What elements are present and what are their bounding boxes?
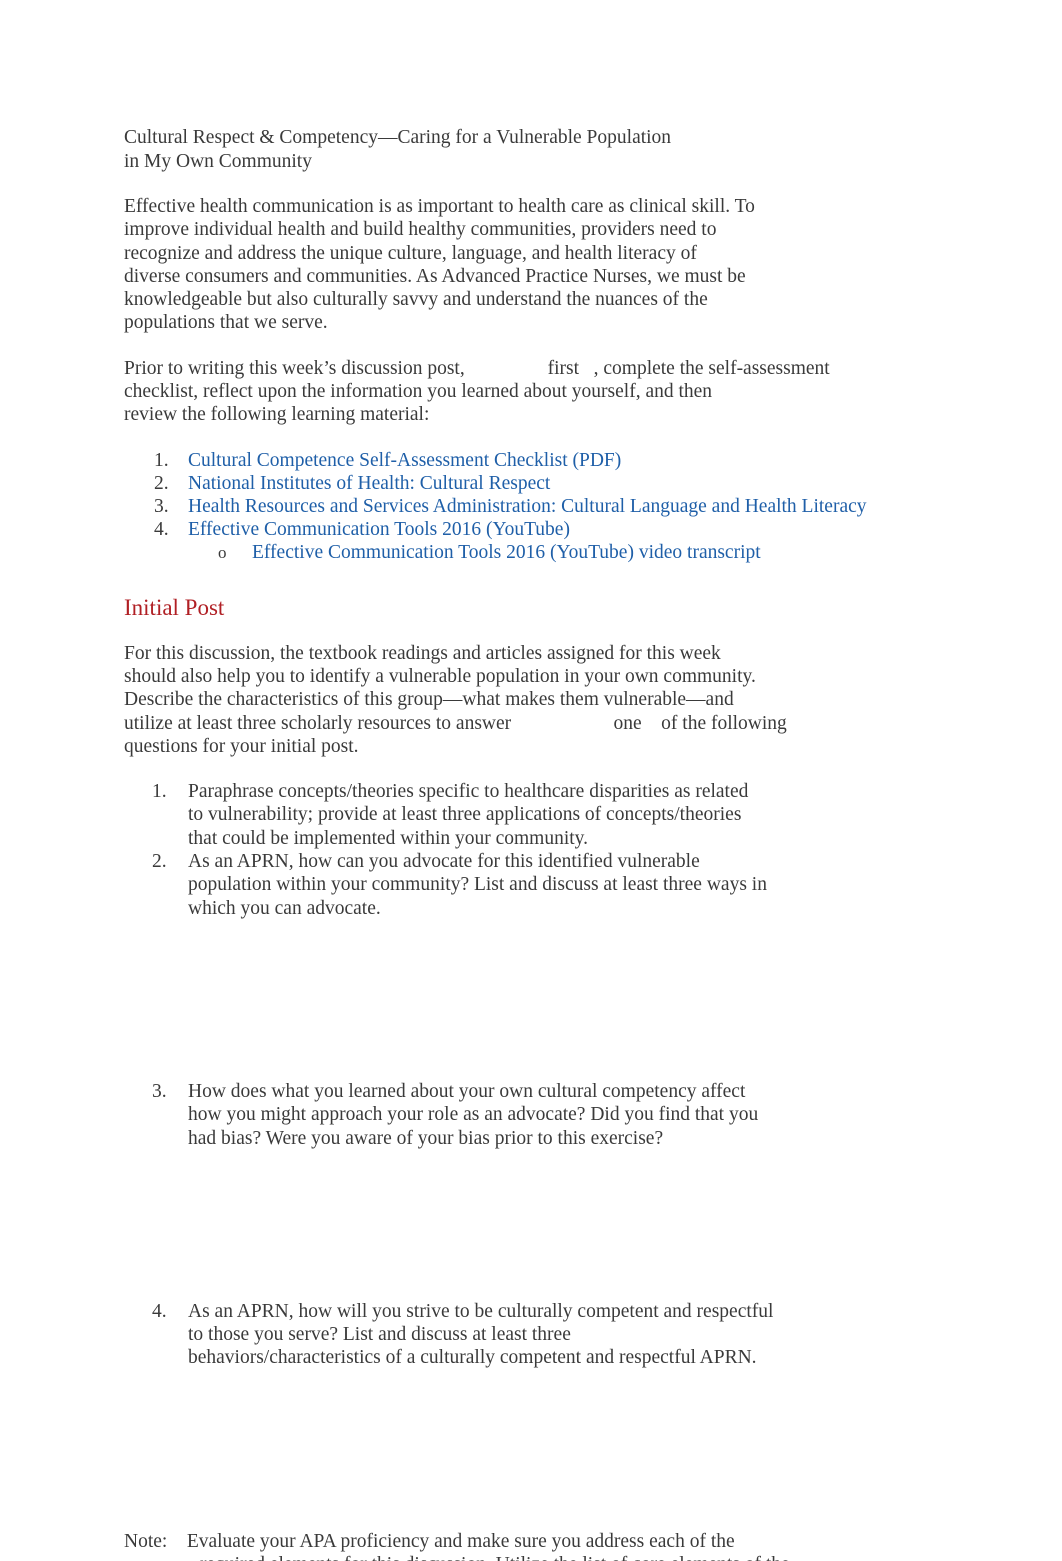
instruction-line-3: review the following learning material:: [124, 404, 430, 426]
list-item: 2. As an APRN, how can you advocate for …: [124, 850, 914, 920]
link-label-line-1: Health Resources and Services Administra…: [188, 496, 740, 518]
instruction-paragraph: Prior to writing this week’s discussion …: [124, 357, 914, 427]
discussion-line-3: Describe the characteristics of this gro…: [124, 689, 734, 711]
intro-paragraph: Effective health communication is as imp…: [124, 195, 914, 335]
question-list-continued-4: 4. As an APRN, how will you strive to be…: [124, 1300, 914, 1370]
question-line: had bias? Were you aware of your bias pr…: [188, 1127, 664, 1149]
question-list: 1. Paraphrase concepts/theories specific…: [124, 780, 914, 920]
resource-sub-list: o Effective Communication Tools 2016 (Yo…: [188, 541, 914, 564]
document-page: Cultural Respect & Competency—Caring for…: [0, 0, 1062, 1561]
list-item: 3. Health Resources and Services Adminis…: [124, 495, 1017, 518]
discussion-paragraph: For this discussion, the textbook readin…: [124, 642, 914, 758]
discussion-line-4: utilize at least three scholarly resourc…: [124, 712, 787, 734]
intro-line-6: populations that we serve.: [124, 312, 328, 334]
note-paragraph: Note: Evaluate your APA proficiency and …: [124, 1530, 914, 1561]
blank-response-area-1: [124, 920, 914, 1080]
link-label-line-2: Health Literacy: [744, 496, 867, 518]
question-line: to those you serve? List and discuss at …: [188, 1324, 571, 1346]
question-line: that could be implemented within your co…: [188, 827, 589, 849]
list-item: 4. As an APRN, how will you strive to be…: [124, 1300, 914, 1370]
link-label: National Institutes of Health: Cultural …: [188, 472, 551, 494]
instruction-line-2: checklist, reflect upon the information …: [124, 381, 713, 403]
section-heading-initial-post: Initial Post: [124, 594, 225, 620]
document-body: Cultural Respect & Competency—Caring for…: [124, 126, 1017, 1370]
question-line: As an APRN, how can you advocate for thi…: [188, 851, 700, 873]
question-line: As an APRN, how will you strive to be cu…: [188, 1300, 774, 1322]
link-label: Effective Communication Tools 2016 (YouT…: [188, 519, 570, 541]
question-line: Paraphrase concepts/theories specific to…: [188, 781, 749, 803]
blank-response-area-2: [124, 1150, 914, 1300]
link-label: Effective Communication Tools 2016 (YouT…: [252, 542, 761, 564]
list-marker: 2.: [154, 472, 169, 494]
question-line: how you might approach your role as an a…: [188, 1104, 759, 1126]
note-line-2: required elements for this discussion. U…: [124, 1553, 914, 1561]
list-marker: 4.: [154, 519, 169, 541]
document-title-line-2: in My Own Community: [124, 150, 312, 172]
list-marker: 4.: [152, 1300, 167, 1322]
link-hrsa-cultural-language-health-literacy[interactable]: Health Resources and Services Administra…: [188, 496, 1017, 518]
list-item: 4. Effective Communication Tools 2016 (Y…: [124, 518, 914, 564]
link-nih-cultural-respect[interactable]: National Institutes of Health: Cultural …: [188, 472, 701, 494]
link-effective-communication-tools-video-transcript[interactable]: Effective Communication Tools 2016 (YouT…: [252, 542, 911, 564]
intro-line-1: Effective health communication is as imp…: [124, 196, 755, 217]
link-effective-communication-tools-youtube[interactable]: Effective Communication Tools 2016 (YouT…: [188, 519, 720, 541]
document-title: Cultural Respect & Competency—Caring for…: [124, 126, 914, 173]
list-item: 1. Paraphrase concepts/theories specific…: [124, 780, 914, 850]
question-line: to vulnerability; provide at least three…: [188, 804, 742, 826]
link-label: Cultural Competence Self-Assessment Chec…: [188, 449, 622, 471]
list-marker: 2.: [152, 851, 167, 873]
document-title-line-1: Cultural Respect & Competency—Caring for…: [124, 127, 672, 148]
list-item: o Effective Communication Tools 2016 (Yo…: [188, 541, 914, 564]
discussion-line-5: questions for your initial post.: [124, 735, 359, 757]
question-line: behaviors/characteristics of a culturall…: [188, 1347, 757, 1369]
list-marker: 1.: [152, 781, 167, 803]
discussion-line-1: For this discussion, the textbook readin…: [124, 642, 721, 664]
list-item: 3. How does what you learned about your …: [124, 1080, 914, 1150]
intro-line-5: knowledgeable but also culturally savvy …: [124, 289, 708, 311]
note-line-1: Note: Evaluate your APA proficiency and …: [124, 1531, 735, 1552]
instruction-line-1: Prior to writing this week’s discussion …: [124, 357, 830, 379]
question-line: which you can advocate.: [188, 897, 381, 919]
sub-list-marker: o: [218, 543, 227, 563]
intro-line-3: recognize and address the unique culture…: [124, 242, 697, 264]
discussion-line-2: should also help you to identify a vulne…: [124, 665, 756, 687]
list-marker: 3.: [152, 1080, 167, 1102]
list-item: 1. Cultural Competence Self-Assessment C…: [124, 449, 914, 472]
list-item: 2. National Institutes of Health: Cultur…: [124, 472, 914, 495]
list-marker: 3.: [154, 496, 169, 518]
resource-link-list: 1. Cultural Competence Self-Assessment C…: [124, 449, 1017, 565]
link-cultural-competence-self-assessment-checklist[interactable]: Cultural Competence Self-Assessment Chec…: [188, 449, 772, 471]
question-line: population within your community? List a…: [188, 874, 767, 896]
question-list-continued-3: 3. How does what you learned about your …: [124, 1080, 914, 1150]
intro-line-4: diverse consumers and communities. As Ad…: [124, 265, 746, 287]
list-marker: 1.: [154, 449, 169, 471]
intro-line-2: improve individual health and build heal…: [124, 219, 717, 241]
question-line: How does what you learned about your own…: [188, 1080, 746, 1102]
